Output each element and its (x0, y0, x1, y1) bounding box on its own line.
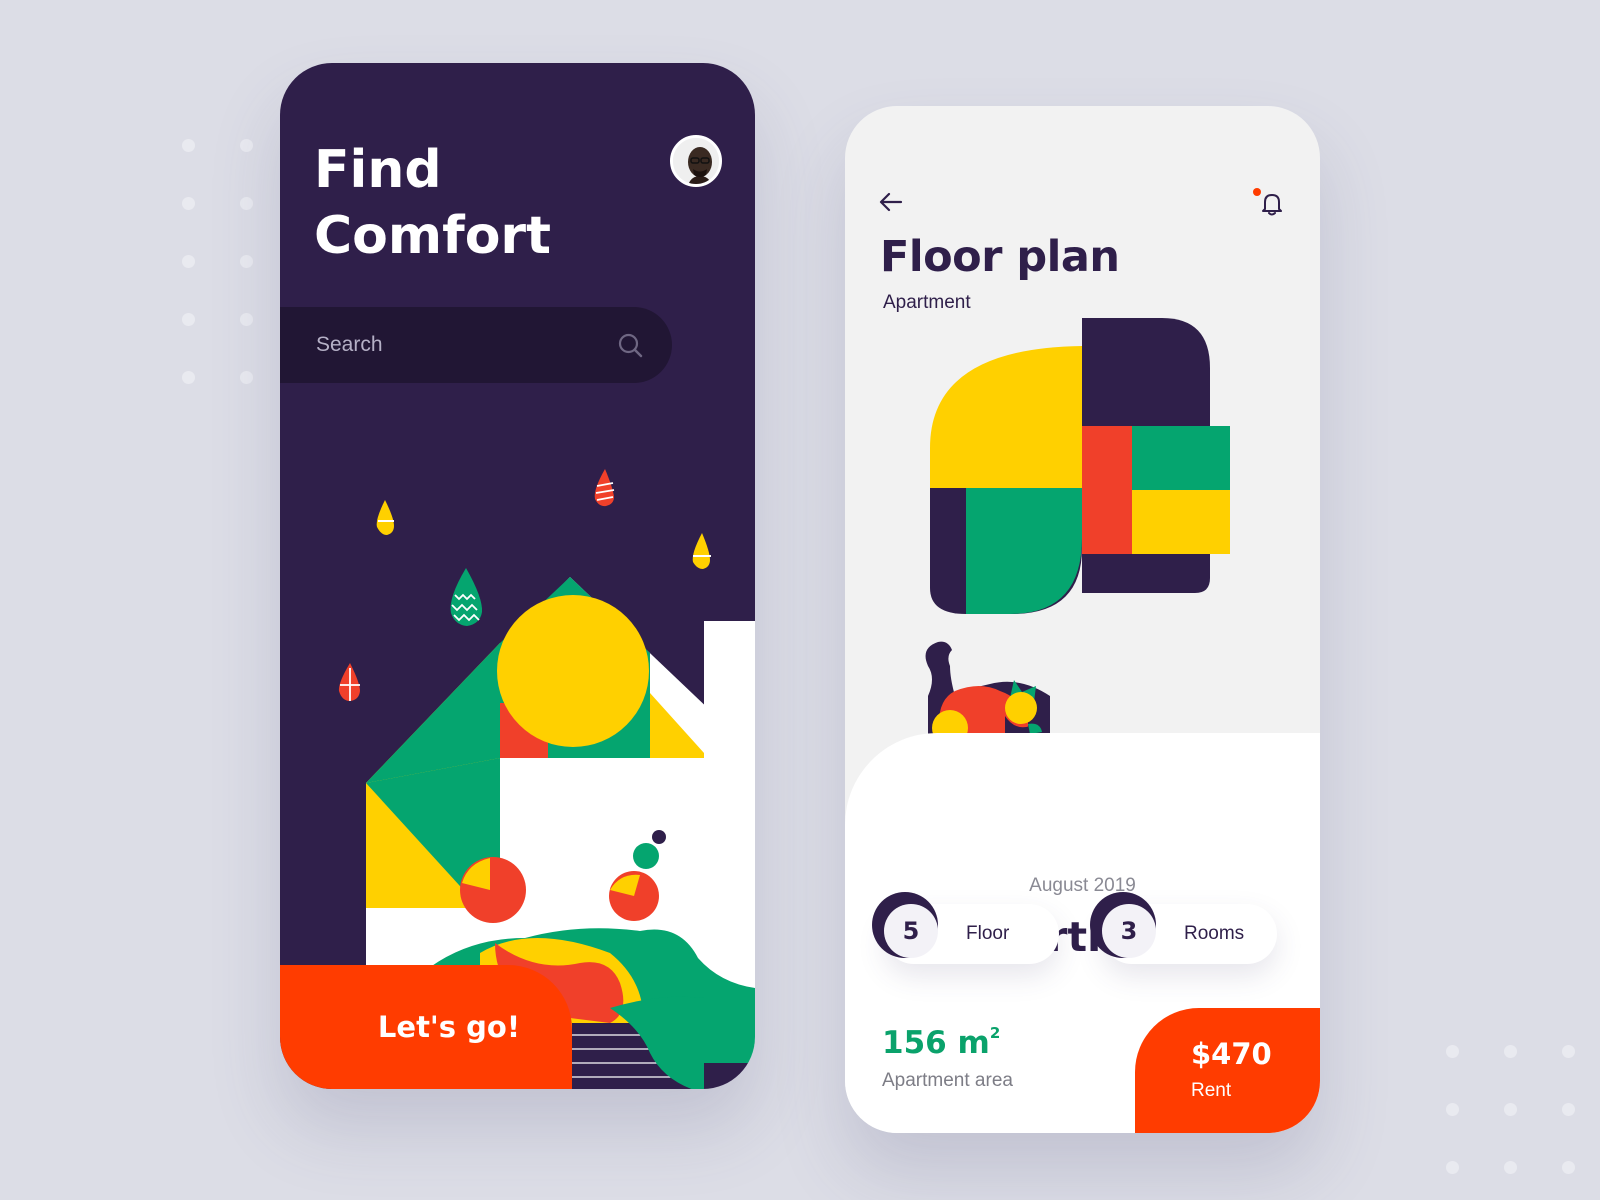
lets-go-button[interactable]: Let's go! (280, 965, 572, 1089)
avatar-portrait-icon (673, 138, 719, 184)
rooms-stat-pill[interactable]: 3 Rooms (1090, 892, 1277, 964)
rooms-stat-badge: 3 (1090, 892, 1156, 958)
apartment-area-label: Apartment area (882, 1070, 1013, 1091)
rooms-stat-value: 3 (1102, 904, 1156, 958)
user-avatar[interactable] (670, 135, 722, 187)
floor-stat-label: Floor (966, 923, 1010, 944)
search-icon[interactable] (617, 332, 644, 359)
floor-plan-graphic (930, 318, 1230, 614)
area-superscript: 2 (989, 1023, 1001, 1042)
area-number: 156 m (882, 1025, 990, 1061)
floor-stat-pill[interactable]: 5 Floor (872, 892, 1059, 964)
rent-value: $470 (1191, 1037, 1272, 1071)
home-screen: Find Comfort Search Let's go! (280, 63, 755, 1089)
page-subtitle: Apartment (883, 292, 971, 313)
notification-button[interactable] (1253, 188, 1283, 218)
floor-stat-value: 5 (884, 904, 938, 958)
title-line-2: Comfort (314, 206, 551, 266)
title-line-1: Find (314, 140, 442, 200)
rent-button[interactable]: $470 Rent (1135, 1008, 1320, 1133)
cat-illustration (925, 641, 1050, 736)
search-input[interactable] (316, 307, 606, 383)
rooms-stat-label: Rooms (1184, 923, 1245, 944)
floor-stat-badge: 5 (872, 892, 938, 958)
floor-plan-screen: Floor plan Apartment August 2019 Apartme… (845, 106, 1320, 1133)
apartment-area-value: 156 m2 (882, 1023, 1001, 1061)
search-bar (280, 307, 672, 383)
arrow-left-icon[interactable] (879, 192, 903, 212)
page-title: Find Comfort (314, 137, 551, 269)
page-title: Floor plan (880, 232, 1120, 282)
bell-icon (1262, 194, 1282, 216)
notification-badge (1253, 188, 1261, 196)
rent-label: Rent (1191, 1080, 1232, 1101)
